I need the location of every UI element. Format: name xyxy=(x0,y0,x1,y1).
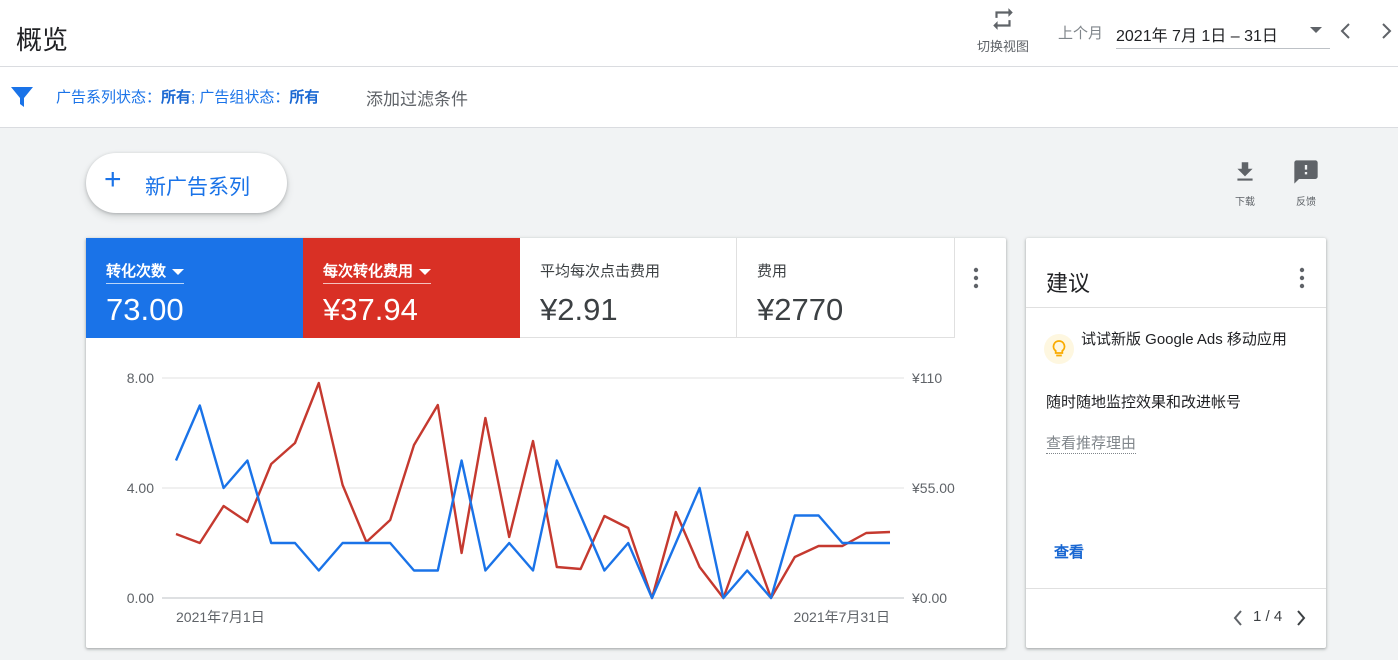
metric-value: ¥2.91 xyxy=(540,292,618,327)
download-button[interactable]: 下载 xyxy=(1225,158,1265,208)
add-filter-button[interactable]: 添加过滤条件 xyxy=(366,85,468,110)
chevron-right-icon xyxy=(1382,23,1392,39)
previous-period-button[interactable] xyxy=(1336,18,1356,49)
recommendation-headline: 试试新版 Google Ads 移动应用 xyxy=(1081,331,1287,348)
divider xyxy=(1026,588,1326,589)
lightbulb-icon xyxy=(1044,334,1074,364)
metric-value: ¥2770 xyxy=(757,292,844,327)
new-campaign-label: 新广告系列 xyxy=(145,176,250,199)
metric-label: 平均每次点击费用 xyxy=(540,263,661,280)
divider xyxy=(1026,307,1326,308)
plus-icon: + xyxy=(104,163,122,196)
y-left-tick-label: 0.00 xyxy=(127,590,154,606)
feedback-icon xyxy=(1294,160,1318,184)
page-title: 概览 xyxy=(16,25,69,55)
switch-view-button[interactable]: 切换视图 xyxy=(964,6,1042,55)
recommendation-view-button[interactable]: 查看 xyxy=(1054,541,1084,562)
more-vert-icon xyxy=(973,267,979,289)
chevron-left-icon xyxy=(1233,610,1242,626)
filter-separator: ; xyxy=(191,89,196,106)
chevron-down-icon xyxy=(1310,27,1322,33)
top-bar: 概览 切换视图 上个月 2021年 7月 1日 – 31日 xyxy=(0,0,1398,67)
metric-value: ¥37.94 xyxy=(323,292,418,327)
feedback-button[interactable]: 反馈 xyxy=(1286,158,1326,208)
date-range-prefix: 上个月 xyxy=(1058,25,1104,42)
y-right-tick-label: ¥55.00 xyxy=(911,480,955,496)
metric-avg-cpc[interactable]: 平均每次点击费用 ¥2.91 xyxy=(520,238,737,338)
metric-value: 73.00 xyxy=(106,292,184,327)
more-vert-icon xyxy=(1299,267,1305,289)
series-line-conversions xyxy=(174,404,890,600)
metric-label: 转化次数 xyxy=(106,260,185,284)
pager-next-button[interactable] xyxy=(1294,608,1308,633)
dropdown-icon xyxy=(419,269,432,276)
adgroup-status-label: 广告组状态： xyxy=(199,89,290,106)
y-right-tick-label: ¥0.00 xyxy=(911,590,947,606)
swap-icon xyxy=(993,8,1013,30)
x-tick-label: 2021年7月31日 xyxy=(793,609,890,625)
chevron-left-icon xyxy=(1340,23,1350,39)
download-label: 下载 xyxy=(1235,197,1255,208)
download-icon xyxy=(1237,162,1253,181)
metric-label-text: 每次转化费用 xyxy=(323,263,414,280)
metric-label: 费用 xyxy=(757,263,788,280)
pager-indicator: 1 / 4 xyxy=(1253,608,1283,625)
recommendation-why-link[interactable]: 查看推荐理由 xyxy=(1046,432,1137,454)
pager-previous-button[interactable] xyxy=(1231,608,1245,633)
y-left-tick-label: 8.00 xyxy=(127,370,154,386)
recommendation-more-button[interactable] xyxy=(1296,266,1308,295)
performance-card: 转化次数 73.00 每次转化费用 ¥37.94 平均每次点击费用 ¥2.91 … xyxy=(86,238,1006,648)
more-options-button[interactable] xyxy=(970,266,982,295)
next-period-button[interactable] xyxy=(1376,18,1396,49)
date-range-selector[interactable]: 2021年 7月 1日 – 31日 xyxy=(1116,14,1330,49)
date-range-value: 2021年 7月 1日 – 31日 xyxy=(1116,28,1278,45)
metric-cost[interactable]: 费用 ¥2770 xyxy=(737,238,955,338)
recommendation-title: 建议 xyxy=(1046,271,1091,296)
chevron-right-icon xyxy=(1297,610,1306,626)
performance-chart: 0.00 ¥0.00 4.00 ¥55.00 8.00 ¥110 2021年7月1日 2021… xyxy=(127,370,955,625)
recommendation-description: 随时随地监控效果和改进帐号 xyxy=(1046,394,1242,411)
filter-bar: 广告系列状态：所有; 广告组状态：所有 添加过滤条件 xyxy=(0,67,1398,128)
y-right-tick-label: ¥110 xyxy=(911,370,942,386)
adgroup-status-value: 所有 xyxy=(289,89,320,106)
feedback-label: 反馈 xyxy=(1296,197,1316,208)
metric-label-text: 转化次数 xyxy=(106,263,167,280)
new-campaign-button[interactable]: + 新广告系列 xyxy=(86,153,287,213)
x-tick-label: 2021年7月1日 xyxy=(176,609,265,625)
campaign-status-value: 所有 xyxy=(161,89,192,106)
active-filters[interactable]: 广告系列状态：所有; 广告组状态：所有 xyxy=(56,86,319,107)
y-left-tick-label: 4.00 xyxy=(127,480,154,496)
dropdown-icon xyxy=(172,269,185,276)
campaign-status-label: 广告系列状态： xyxy=(56,89,162,106)
recommendation-card: 建议 试试新版 Google Ads 移动应用 随时随地监控效果和改进帐号 查看… xyxy=(1026,238,1326,648)
metric-cost-per-conversion[interactable]: 每次转化费用 ¥37.94 xyxy=(303,238,520,338)
metric-conversions[interactable]: 转化次数 73.00 xyxy=(86,238,303,338)
switch-view-label: 切换视图 xyxy=(976,39,1029,54)
filter-icon[interactable] xyxy=(10,85,34,114)
metric-label: 每次转化费用 xyxy=(323,260,432,284)
